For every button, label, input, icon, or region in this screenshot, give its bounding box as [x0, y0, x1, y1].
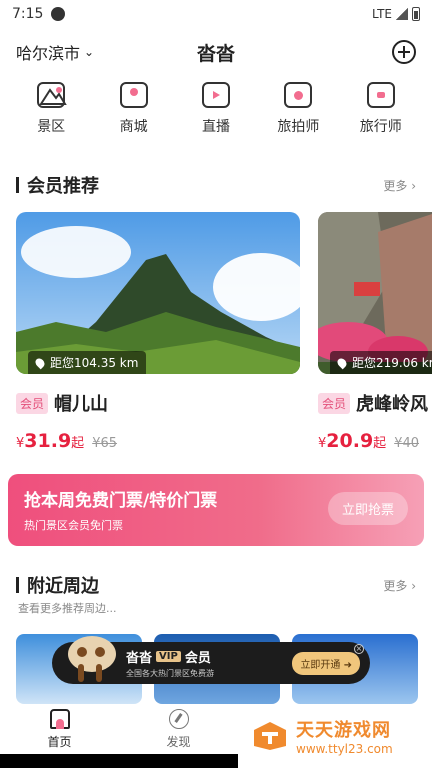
status-time: 7:15 [12, 6, 44, 22]
camera-icon [284, 82, 313, 108]
more-link[interactable]: 更多 › [383, 577, 416, 594]
spot-name: 帽儿山 [54, 394, 109, 415]
category-live[interactable]: 直播 [181, 82, 251, 142]
system-nav-bar [0, 754, 238, 768]
location-pin-icon [335, 356, 349, 369]
app-header: 哈尔滨市 ⌄ 沓沓 [0, 32, 432, 72]
store-icon [119, 82, 148, 108]
close-icon[interactable]: × [354, 644, 364, 654]
vip-desc: 全国各大热门景区免费游 [126, 669, 214, 678]
category-travel-guide[interactable]: 旅行师 [346, 82, 416, 142]
category-store[interactable]: 商城 [99, 82, 169, 142]
luggage-icon [366, 82, 395, 108]
member-tag: 会员 [318, 392, 351, 414]
vip-title: 沓沓 VIP 会员 [126, 647, 214, 666]
section-title: 附近周边 [27, 576, 99, 597]
watermark-url: www.ttyl23.com [296, 742, 393, 756]
currency-symbol: ¥ [318, 436, 327, 451]
spot-name-row: 会员 虎峰岭风 [318, 390, 432, 416]
watermark: 天天游戏网 www.ttyl23.com [238, 704, 432, 768]
member-cards: 距您104.35 km 会员 帽儿山 ¥ 31.9 起 ¥65 距您219.06… [16, 212, 432, 454]
mascot-icon [68, 636, 116, 682]
watermark-title: 天天游戏网 [296, 720, 391, 741]
vip-banner[interactable]: 沓沓 VIP 会员 全国各大热门景区免费游 立即开通 ➜ × [52, 636, 370, 684]
distance-text: 距您219.06 km [352, 356, 432, 370]
category-label: 旅拍师 [277, 119, 320, 135]
category-photographer[interactable]: 旅拍师 [263, 82, 333, 142]
vip-member: 会员 [184, 651, 211, 666]
tab-label: 发现 [166, 734, 191, 749]
nearby-subtitle: 查看更多推荐周边... [18, 602, 117, 615]
status-right: LTE [372, 7, 420, 21]
vip-brand: 沓沓 [126, 651, 153, 666]
battery-icon [412, 7, 420, 21]
tab-label: 首页 [47, 734, 72, 749]
open-vip-button[interactable]: 立即开通 ➜ [292, 651, 360, 675]
mountain-icon [37, 82, 67, 108]
member-section-header: 会员推荐 更多 › [16, 172, 416, 198]
watermark-text: 天天游戏网 www.ttyl23.com [296, 716, 393, 756]
distance-text: 距您104.35 km [50, 356, 139, 370]
member-tag: 会员 [16, 392, 49, 414]
notification-icon [51, 7, 66, 21]
section-title: 会员推荐 [27, 176, 99, 197]
city-label: 哈尔滨市 [16, 44, 81, 63]
price-value: 20.9 [326, 430, 374, 452]
category-nav: 景区 商城 直播 旅拍师 旅行师 [0, 82, 432, 142]
price-row: ¥ 31.9 起 ¥65 [16, 430, 300, 452]
original-price: ¥40 [394, 436, 420, 451]
chevron-down-icon: ⌄ [84, 45, 95, 59]
vip-tag: VIP [156, 651, 181, 662]
price-row: ¥ 20.9 起 ¥40 [318, 430, 432, 452]
price-suffix: 起 [373, 436, 387, 451]
price-suffix: 起 [71, 436, 85, 451]
section-bar [16, 177, 19, 193]
tab-discover[interactable]: 发现 [119, 704, 238, 754]
signal-icon [396, 8, 408, 20]
distance-badge: 距您219.06 km [330, 351, 432, 374]
tv-icon [201, 82, 230, 108]
currency-symbol: ¥ [16, 436, 25, 451]
nearby-section-header: 附近周边 更多 › [16, 572, 416, 598]
compass-icon [168, 708, 189, 729]
category-label: 景区 [37, 119, 66, 135]
location-pin-icon [33, 356, 47, 369]
spot-name: 虎峰岭风 [356, 394, 429, 415]
promo-banner[interactable]: 抢本周免费门票/特价门票 热门景区会员免门票 立即抢票 [8, 474, 424, 546]
category-label: 旅行师 [359, 119, 402, 135]
more-link[interactable]: 更多 › [383, 177, 416, 194]
bottom-tabbar: 首页 发现 [0, 704, 238, 754]
section-bar [16, 577, 19, 593]
add-button[interactable] [392, 40, 416, 64]
grab-ticket-button[interactable]: 立即抢票 [327, 492, 408, 525]
spot-name-row: 会员 帽儿山 [16, 390, 300, 416]
spot-photo: 距您104.35 km [16, 212, 300, 374]
category-label: 直播 [201, 119, 230, 135]
vip-text: 沓沓 VIP 会员 全国各大热门景区免费游 [126, 647, 214, 679]
spot-card[interactable]: 距您104.35 km 会员 帽儿山 ¥ 31.9 起 ¥65 [16, 212, 300, 452]
network-label: LTE [372, 7, 392, 21]
original-price: ¥65 [92, 436, 118, 451]
tab-home[interactable]: 首页 [0, 704, 119, 754]
watermark-logo-icon [254, 722, 286, 750]
category-scenic[interactable]: 景区 [16, 82, 86, 142]
home-icon [49, 708, 70, 729]
category-label: 商城 [119, 119, 148, 135]
status-bar: 7:15 LTE [0, 0, 432, 28]
spot-photo: 距您219.06 km [318, 212, 432, 374]
city-selector[interactable]: 哈尔滨市 ⌄ [16, 40, 94, 64]
spot-card[interactable]: 距您219.06 km 会员 虎峰岭风 ¥ 20.9 起 ¥40 [318, 212, 432, 452]
price-value: 31.9 [24, 430, 72, 452]
distance-badge: 距您104.35 km [28, 351, 147, 374]
